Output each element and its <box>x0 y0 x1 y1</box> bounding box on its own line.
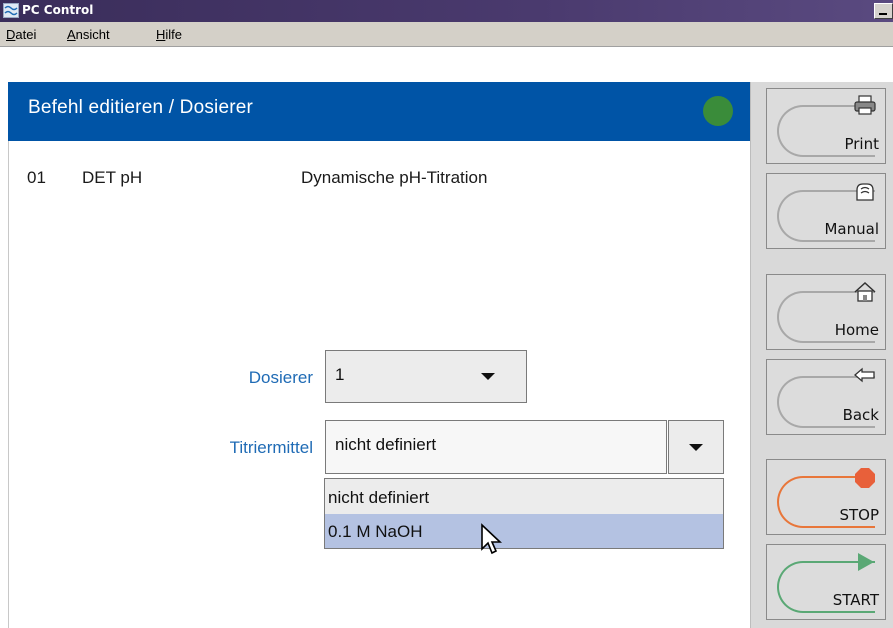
dosierer-select[interactable]: 1 <box>325 350 527 403</box>
stop-label: STOP <box>839 506 879 524</box>
start-icon <box>858 553 874 571</box>
titriermittel-combobox[interactable]: nicht definiert <box>325 420 667 474</box>
dosierer-label: Dosierer <box>248 368 313 387</box>
titriermittel-dropdown-list: nicht definiert 0.1 M NaOH <box>324 478 724 549</box>
titriermittel-label: Titriermittel <box>229 438 313 457</box>
print-label: Print <box>844 135 879 153</box>
dropdown-option-naoh[interactable]: 0.1 M NaOH <box>325 514 723 548</box>
method-name: DET pH <box>82 168 143 187</box>
page-title: Befehl editieren / Dosierer <box>28 97 254 118</box>
menu-bar: Datei Ansicht Hilfe <box>0 22 893 47</box>
dosierer-value: 1 <box>335 365 345 384</box>
chevron-down-icon <box>481 373 495 380</box>
home-button[interactable]: Home <box>766 274 886 350</box>
print-button[interactable]: Print <box>766 88 886 164</box>
home-label: Home <box>834 321 879 339</box>
titriermittel-value: nicht definiert <box>335 435 437 454</box>
menu-hilfe[interactable]: Hilfe <box>156 27 182 42</box>
stop-button[interactable]: STOP <box>766 459 886 535</box>
header-band: Befehl editieren / Dosierer <box>8 82 750 141</box>
printer-icon <box>854 95 876 115</box>
back-arrow-icon <box>854 367 875 383</box>
window-titlebar: PC Control <box>0 0 893 22</box>
minimize-button[interactable] <box>874 3 893 19</box>
menu-ansicht[interactable]: Ansicht <box>67 27 110 42</box>
chevron-down-icon <box>689 444 703 451</box>
start-button[interactable]: START <box>766 544 886 620</box>
status-indicator-icon <box>703 96 733 126</box>
home-icon <box>854 281 876 302</box>
dropdown-option-nicht-definiert[interactable]: nicht definiert <box>325 480 723 514</box>
start-label: START <box>832 591 879 609</box>
window-title: PC Control <box>22 3 94 17</box>
titriermittel-dropdown-button[interactable] <box>668 420 724 474</box>
method-description: Dynamische pH-Titration <box>301 168 488 187</box>
menu-datei[interactable]: Datei <box>6 27 36 42</box>
manual-button[interactable]: Manual <box>766 173 886 249</box>
stop-icon <box>855 468 875 488</box>
method-number: 01 <box>27 168 46 187</box>
back-button[interactable]: Back <box>766 359 886 435</box>
manual-label: Manual <box>824 220 879 238</box>
mouse-cursor-icon <box>481 523 503 555</box>
manual-icon <box>856 183 874 201</box>
back-label: Back <box>842 406 879 424</box>
app-icon <box>3 3 19 18</box>
